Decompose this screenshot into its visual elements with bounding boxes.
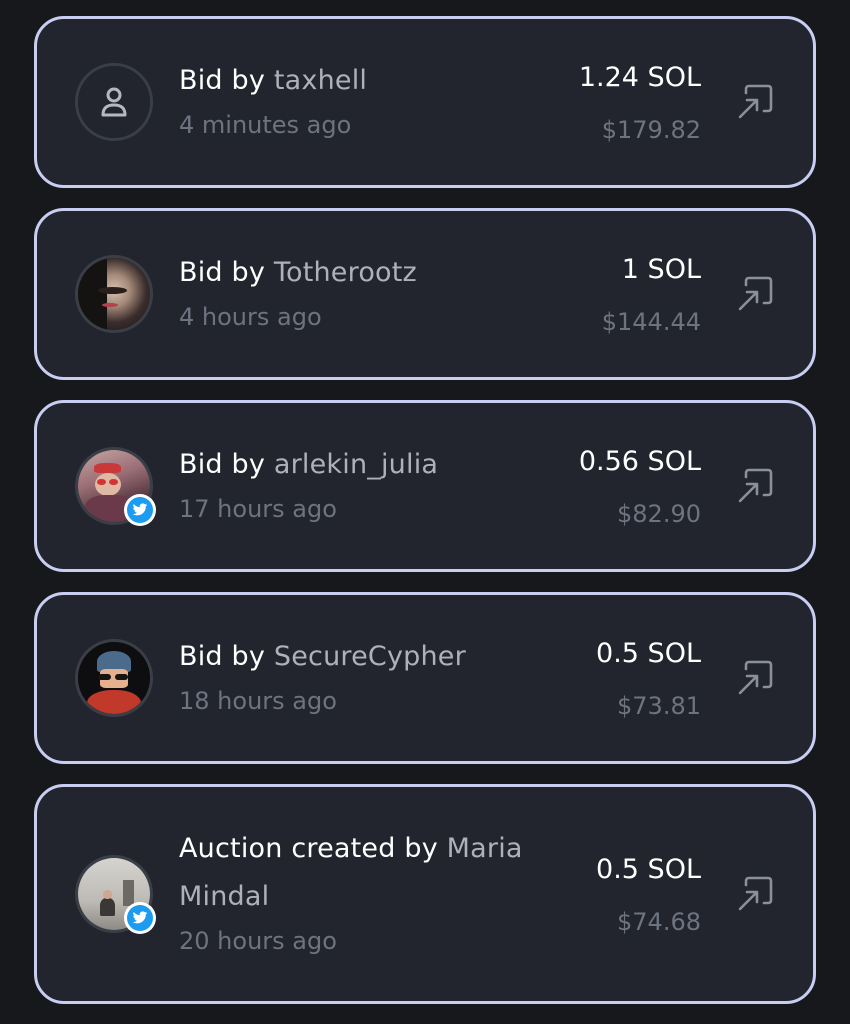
bid-amount: 1 SOL: [621, 254, 701, 285]
arrow-up-right-icon[interactable]: [735, 82, 775, 122]
twitter-bird-icon: [132, 911, 148, 924]
activity-prefix: Bid by: [179, 449, 266, 480]
activity-prefix: Bid by: [179, 65, 266, 96]
bid-usd-value: $144.44: [601, 308, 701, 336]
bid-usd-value: $73.81: [617, 692, 701, 720]
price-block: 0.5 SOL $73.81: [596, 635, 701, 723]
avatar[interactable]: [75, 855, 156, 934]
avatar[interactable]: [75, 255, 153, 333]
activity-prefix: Auction created by: [179, 833, 438, 864]
bidder-name[interactable]: SecureCypher: [274, 641, 466, 672]
bid-amount: 0.5 SOL: [596, 854, 701, 885]
activity-title: Bid by SecureCypher: [179, 633, 533, 681]
arrow-up-right-icon[interactable]: [735, 874, 775, 914]
activity-text: Bid by SecureCypher 18 hours ago: [179, 633, 533, 717]
activity-text: Bid by arlekin_julia 17 hours ago: [179, 441, 533, 525]
price-block: 0.56 SOL $82.90: [579, 443, 701, 531]
bid-usd-value: $82.90: [617, 500, 701, 528]
activity-time: 18 hours ago: [179, 687, 337, 715]
avatar[interactable]: [75, 447, 156, 526]
price-block: 1.24 SOL $179.82: [579, 59, 701, 147]
arrow-up-right-icon[interactable]: [735, 274, 775, 314]
activity-item[interactable]: Bid by arlekin_julia 17 hours ago 0.56 S…: [34, 400, 816, 572]
price-block: 1 SOL $144.44: [602, 251, 701, 339]
price-block: 0.5 SOL $74.68: [596, 851, 701, 939]
activity-item[interactable]: Bid by Totherootz 4 hours ago 1 SOL $144…: [34, 208, 816, 380]
twitter-bird-icon: [132, 503, 148, 516]
arrow-up-right-icon[interactable]: [735, 658, 775, 698]
activity-prefix: Bid by: [179, 257, 266, 288]
bid-amount: 1.24 SOL: [578, 62, 701, 93]
activity-time: 20 hours ago: [179, 927, 337, 955]
bid-amount: 0.56 SOL: [578, 446, 701, 477]
activity-title: Bid by taxhell: [179, 57, 533, 105]
arrow-up-right-icon[interactable]: [735, 466, 775, 506]
activity-time: 4 hours ago: [179, 303, 322, 331]
activity-prefix: Bid by: [179, 641, 266, 672]
bidder-name[interactable]: Totherootz: [274, 257, 417, 288]
activity-time: 4 minutes ago: [179, 111, 352, 139]
activity-text: Bid by Totherootz 4 hours ago: [179, 249, 533, 333]
bid-amount: 0.5 SOL: [596, 638, 701, 669]
activity-item[interactable]: Bid by taxhell 4 minutes ago 1.24 SOL $1…: [34, 16, 816, 188]
avatar[interactable]: [75, 639, 153, 717]
activity-item[interactable]: Bid by SecureCypher 18 hours ago 0.5 SOL…: [34, 592, 816, 764]
activity-text: Bid by taxhell 4 minutes ago: [179, 57, 533, 141]
activity-item[interactable]: Auction created by Maria Mindal 20 hours…: [34, 784, 816, 1004]
activity-title: Auction created by Maria Mindal: [179, 825, 533, 921]
bid-usd-value: $179.82: [601, 116, 701, 144]
user-placeholder-icon: [101, 87, 127, 117]
activity-title: Bid by Totherootz: [179, 249, 533, 297]
activity-feed: Bid by taxhell 4 minutes ago 1.24 SOL $1…: [34, 16, 816, 1024]
bid-usd-value: $74.68: [617, 908, 701, 936]
activity-text: Auction created by Maria Mindal 20 hours…: [179, 825, 533, 957]
avatar[interactable]: [75, 63, 153, 141]
activity-time: 17 hours ago: [179, 495, 337, 523]
twitter-badge: [124, 902, 156, 934]
bidder-name[interactable]: arlekin_julia: [274, 449, 438, 480]
activity-title: Bid by arlekin_julia: [179, 441, 533, 489]
twitter-badge: [124, 494, 156, 526]
bidder-name[interactable]: taxhell: [274, 65, 367, 96]
